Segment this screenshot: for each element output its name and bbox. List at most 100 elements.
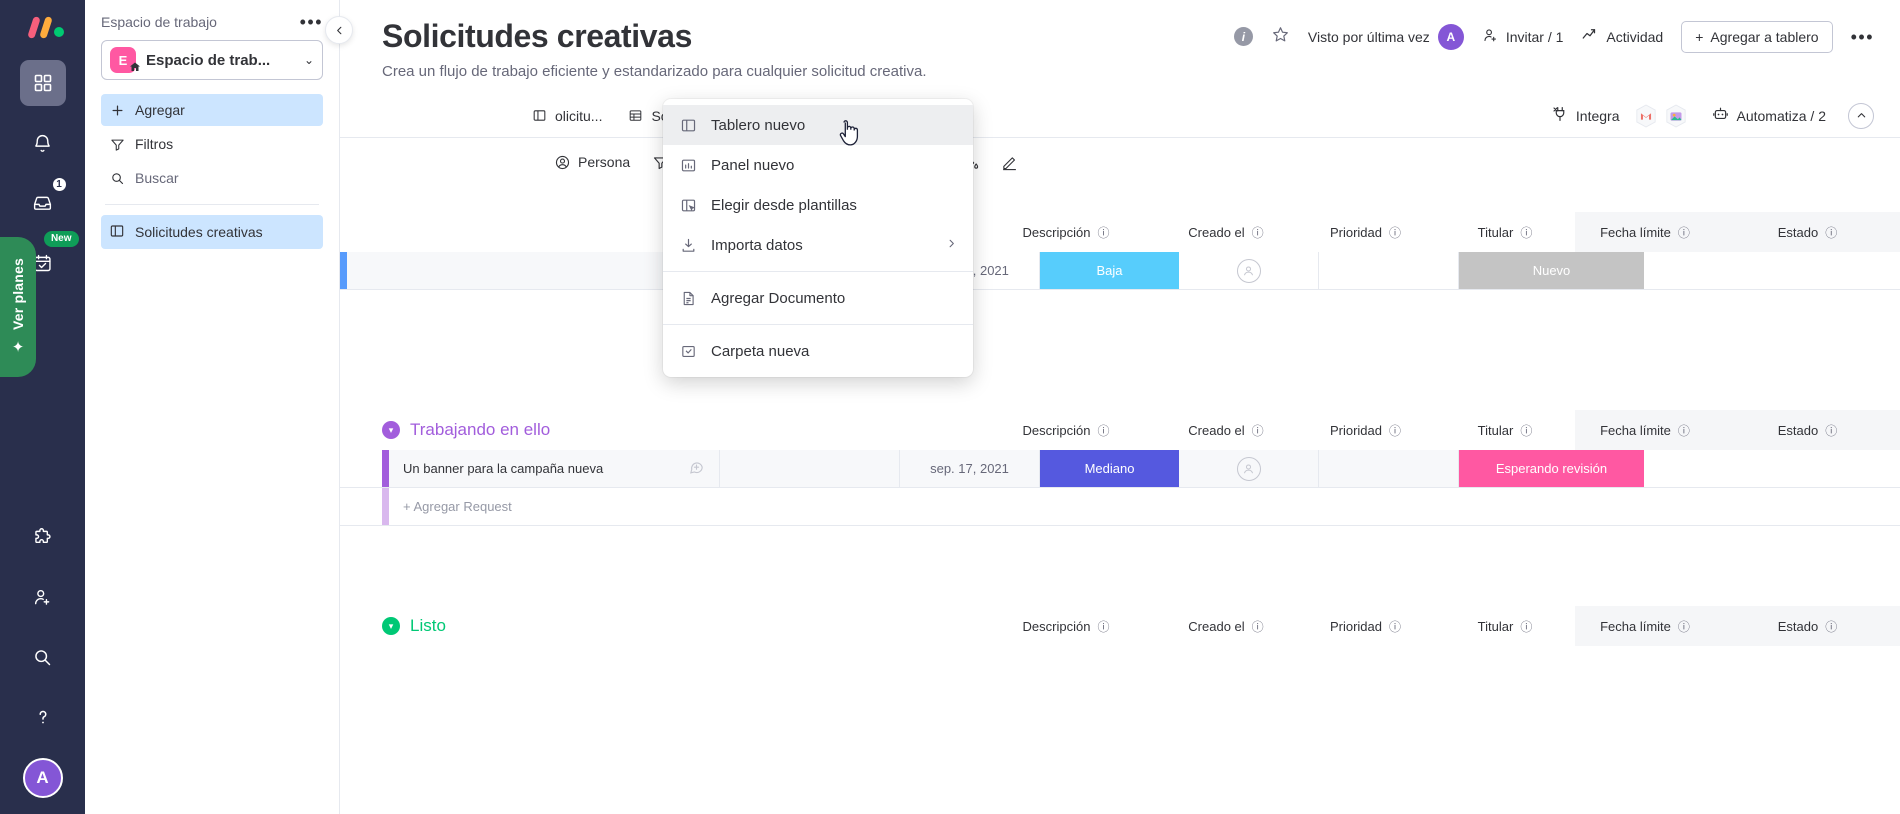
column-header-fecha-limite[interactable]: Fecha límite ⓘ	[1575, 410, 1715, 450]
column-header-prioridad[interactable]: Prioridad ⓘ	[1296, 606, 1435, 646]
column-header-descripcion[interactable]: Descripción ⓘ	[976, 212, 1156, 252]
activity-label: Actividad	[1606, 28, 1664, 45]
menu-item-elegir-desde-plantillas[interactable]: Elegir desde plantillas	[663, 185, 973, 225]
menu-item-carpeta-nueva[interactable]: Carpeta nueva	[663, 331, 973, 371]
group-title[interactable]: Listo	[410, 616, 446, 636]
sidebar-more-icon[interactable]: •••	[300, 13, 323, 31]
rail-item-help[interactable]	[20, 694, 66, 740]
cell-titular[interactable]	[1179, 450, 1319, 487]
activity-button[interactable]: Actividad	[1581, 26, 1663, 47]
column-headers: Descripción ⓘ Creado el ⓘ Prioridad ⓘ Ti…	[976, 212, 1900, 252]
add-item-label[interactable]: + Agregar Request	[389, 499, 512, 514]
group-title[interactable]: Trabajando en ello	[410, 420, 550, 440]
menu-item-importa-datos[interactable]: Importa datos	[663, 225, 973, 265]
column-header-fecha-limite[interactable]: Fecha límite ⓘ	[1575, 606, 1715, 646]
rail-item-inbox[interactable]: 1	[20, 176, 68, 226]
collapse-views-button[interactable]	[1848, 102, 1874, 129]
invite-button[interactable]: Invitar / 1	[1482, 27, 1564, 47]
column-label: Estado	[1777, 618, 1819, 634]
automate-button[interactable]: Automatiza / 2	[1711, 105, 1826, 127]
toolbar-person-button[interactable]: Persona	[554, 154, 630, 171]
favorite-star-icon[interactable]	[1271, 25, 1290, 48]
rail-item-home-grid[interactable]	[19, 60, 66, 106]
column-header-estado[interactable]: Estado ⓘ	[1715, 212, 1900, 252]
column-header-estado[interactable]: Estado ⓘ	[1715, 606, 1900, 646]
last-seen-indicator[interactable]: Visto por última vez A	[1308, 23, 1464, 50]
cell-creado-el[interactable]: sep. 17, 2021	[900, 450, 1040, 487]
column-header-creado-el[interactable]: Creado el ⓘ	[1156, 410, 1296, 450]
column-header-descripcion[interactable]: Descripción ⓘ	[976, 410, 1156, 450]
sidebar-item-filtros[interactable]: Filtros	[101, 128, 323, 160]
column-header-fecha-limite[interactable]: Fecha límite ⓘ	[1575, 212, 1715, 252]
add-dropdown-menu: Tablero nuevo Panel nuevo Elegir desde p…	[663, 99, 973, 377]
group-collapse-caret[interactable]: ▾	[382, 421, 400, 439]
integrate-button[interactable]: Integra	[1551, 102, 1689, 130]
gmail-icon[interactable]	[1633, 102, 1659, 130]
column-header-creado-el[interactable]: Creado el ⓘ	[1156, 212, 1296, 252]
cell-titular[interactable]	[1179, 252, 1319, 289]
cell-estado[interactable]: Nuevo	[1459, 252, 1644, 289]
column-header-estado[interactable]: Estado ⓘ	[1715, 410, 1900, 450]
board-group: ▾ Listo Descripción ⓘ Creado el ⓘ Priori…	[340, 606, 1900, 646]
info-icon: ⓘ	[1097, 619, 1110, 634]
info-icon: ⓘ	[1251, 423, 1264, 438]
column-label: Prioridad	[1329, 618, 1382, 634]
board-table: Descripción ⓘ Creado el ⓘ Prioridad ⓘ Ti…	[340, 212, 1900, 814]
add-item-row[interactable]: + Agregar Request	[340, 488, 1900, 526]
column-label: Descripción	[1022, 422, 1091, 438]
pen-icon	[1001, 154, 1018, 171]
info-icon: ⓘ	[1520, 423, 1533, 438]
column-header-prioridad[interactable]: Prioridad ⓘ	[1296, 212, 1435, 252]
column-label: Estado	[1777, 422, 1819, 438]
monday-logo-icon[interactable]	[22, 15, 64, 46]
rail-item-search[interactable]	[20, 634, 66, 680]
view-plans-promo-button[interactable]: Ver planes ✦	[0, 237, 36, 377]
rail-item-invite-members[interactable]	[20, 574, 66, 620]
menu-item-tablero-nuevo[interactable]: Tablero nuevo	[663, 105, 973, 145]
template-icon	[679, 197, 697, 214]
cell-item-name[interactable]: Un banner para la campaña nueva	[389, 450, 720, 487]
photo-icon[interactable]	[1663, 102, 1689, 130]
filter-icon	[109, 137, 125, 152]
column-header-titular[interactable]: Titular ⓘ	[1435, 212, 1575, 252]
cell-prioridad[interactable]: Mediano	[1040, 450, 1179, 487]
board-icon	[109, 223, 125, 242]
board-toolbar: Persona Filtro ⌄ Ordenar	[340, 138, 1900, 186]
left-rail: 1 New Ver planes ✦ A	[0, 0, 85, 814]
workspace-selector[interactable]: E Espacio de trab... ⌄	[101, 40, 323, 80]
sidebar-item-buscar[interactable]: Buscar	[101, 162, 323, 194]
rail-item-apps[interactable]	[20, 514, 66, 560]
cell-fecha-limite[interactable]	[1319, 252, 1459, 289]
sidebar-collapse-button[interactable]	[325, 16, 353, 44]
add-to-board-button[interactable]: + Agregar a tablero	[1681, 20, 1833, 53]
user-avatar[interactable]: A	[22, 758, 63, 798]
cell-prioridad[interactable]: Baja	[1040, 252, 1179, 289]
menu-item-label: Carpeta nueva	[711, 342, 810, 360]
table-row[interactable]: sep. 17, 2021 Baja Nuevo	[340, 252, 1900, 290]
column-header-prioridad[interactable]: Prioridad ⓘ	[1296, 410, 1435, 450]
info-icon: ⓘ	[1389, 423, 1402, 438]
sidebar-item-solicitudes-creativas[interactable]: Solicitudes creativas	[101, 215, 323, 249]
rail-item-notifications[interactable]	[20, 120, 66, 166]
toolbar-pen-button[interactable]	[1001, 154, 1018, 171]
menu-item-label: Elegir desde plantillas	[711, 196, 857, 214]
invite-label: Invitar / 1	[1505, 28, 1564, 45]
cell-descripcion[interactable]	[720, 450, 900, 487]
column-header-titular[interactable]: Titular ⓘ	[1435, 410, 1575, 450]
views-bar: olicitu... Solicitudes abiert... Más ⌄ +…	[340, 94, 1900, 138]
view-tab-main[interactable]: olicitu...	[532, 108, 602, 124]
menu-item-panel-nuevo[interactable]: Panel nuevo	[663, 145, 973, 185]
group-collapse-caret[interactable]: ▾	[382, 617, 400, 635]
column-header-creado-el[interactable]: Creado el ⓘ	[1156, 606, 1296, 646]
board-more-icon[interactable]: •••	[1851, 28, 1874, 46]
column-header-descripcion[interactable]: Descripción ⓘ	[976, 606, 1156, 646]
cell-estado[interactable]: Esperando revisión	[1459, 450, 1644, 487]
sidebar-item-agregar[interactable]: Agregar	[101, 94, 323, 126]
info-icon[interactable]: i	[1233, 27, 1253, 46]
home-grid-icon	[33, 73, 53, 93]
add-update-icon[interactable]	[688, 459, 705, 479]
cell-fecha-limite[interactable]	[1319, 450, 1459, 487]
table-row[interactable]: Un banner para la campaña nueva sep. 17,…	[340, 450, 1900, 488]
column-header-titular[interactable]: Titular ⓘ	[1435, 606, 1575, 646]
menu-item-agregar-documento[interactable]: Agregar Documento	[663, 278, 973, 318]
